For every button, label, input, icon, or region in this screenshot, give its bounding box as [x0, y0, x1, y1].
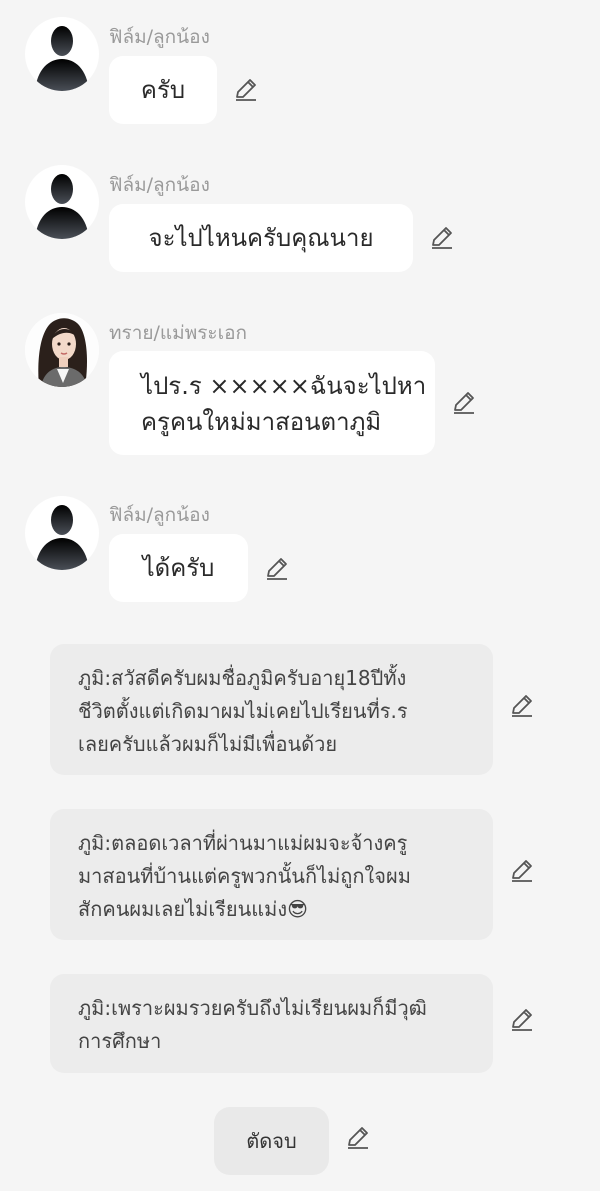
pencil-icon[interactable]	[263, 555, 291, 583]
pencil-icon[interactable]	[450, 389, 478, 417]
pencil-icon[interactable]	[508, 1006, 536, 1034]
message-bubble[interactable]: ได้ครับ	[109, 534, 248, 602]
silhouette-avatar[interactable]	[25, 496, 99, 570]
message-line: ครูคนใหม่มาสอนตาภูมิ	[141, 408, 382, 436]
narration-line: มาสอนที่บ้านแต่ครูพวกนั้นก็ไม่ถูกใจผม	[78, 864, 411, 888]
sender-name: ทราย/แม่พระเอก	[109, 322, 248, 344]
narration-line: ภูมิ:ตลอดเวลาที่ผ่านมาแม่ผมจะจ้างครู	[78, 831, 408, 855]
message-bubble[interactable]: จะไปไหนครับคุณนาย	[109, 204, 413, 272]
narration-line: สักคนผมเลยไม่เรียนแม่ง😎	[78, 897, 308, 921]
message-bubble[interactable]: ไปร.ร ×××××ฉันจะไปหา ครูคนใหม่มาสอนตาภูม…	[109, 351, 435, 455]
woman-portrait-avatar[interactable]	[25, 313, 99, 387]
pencil-icon[interactable]	[344, 1124, 372, 1152]
narration-line: ชีวิตตั้งแต่เกิดมาผมไม่เคยไปเรียนที่ร.ร	[78, 699, 408, 723]
narration-line: ภูมิ:สวัสดีครับผมชื่อภูมิครับอายุ18ปีทั้…	[78, 666, 407, 690]
sender-name: ฟิล์ม/ลูกน้อง	[109, 174, 210, 196]
sender-name: ฟิล์ม/ลูกน้อง	[109, 504, 210, 526]
silhouette-avatar[interactable]	[25, 165, 99, 239]
pencil-icon[interactable]	[232, 76, 260, 104]
narration-bubble[interactable]: ภูมิ:สวัสดีครับผมชื่อภูมิครับอายุ18ปีทั้…	[50, 644, 493, 775]
message-line: ไปร.ร ×××××ฉันจะไปหา	[141, 372, 427, 400]
narration-line: ภูมิ:เพราะผมรวยครับถึงไม่เรียนผมก็มีวุฒิ	[78, 996, 427, 1020]
pencil-icon[interactable]	[508, 692, 536, 720]
pencil-icon[interactable]	[428, 224, 456, 252]
narration-line: เลยครับแล้วผมก็ไม่มีเพื่อนด้วย	[78, 732, 338, 756]
narration-bubble[interactable]: ภูมิ:เพราะผมรวยครับถึงไม่เรียนผมก็มีวุฒิ…	[50, 974, 493, 1073]
narration-line: การศึกษา	[78, 1029, 162, 1053]
sender-name: ฟิล์ม/ลูกน้อง	[109, 26, 210, 48]
end-story-button[interactable]: ตัดจบ	[214, 1107, 329, 1175]
message-bubble[interactable]: ครับ	[109, 56, 217, 124]
silhouette-avatar[interactable]	[25, 17, 99, 91]
pencil-icon[interactable]	[508, 857, 536, 885]
narration-bubble[interactable]: ภูมิ:ตลอดเวลาที่ผ่านมาแม่ผมจะจ้างครู มาส…	[50, 809, 493, 940]
